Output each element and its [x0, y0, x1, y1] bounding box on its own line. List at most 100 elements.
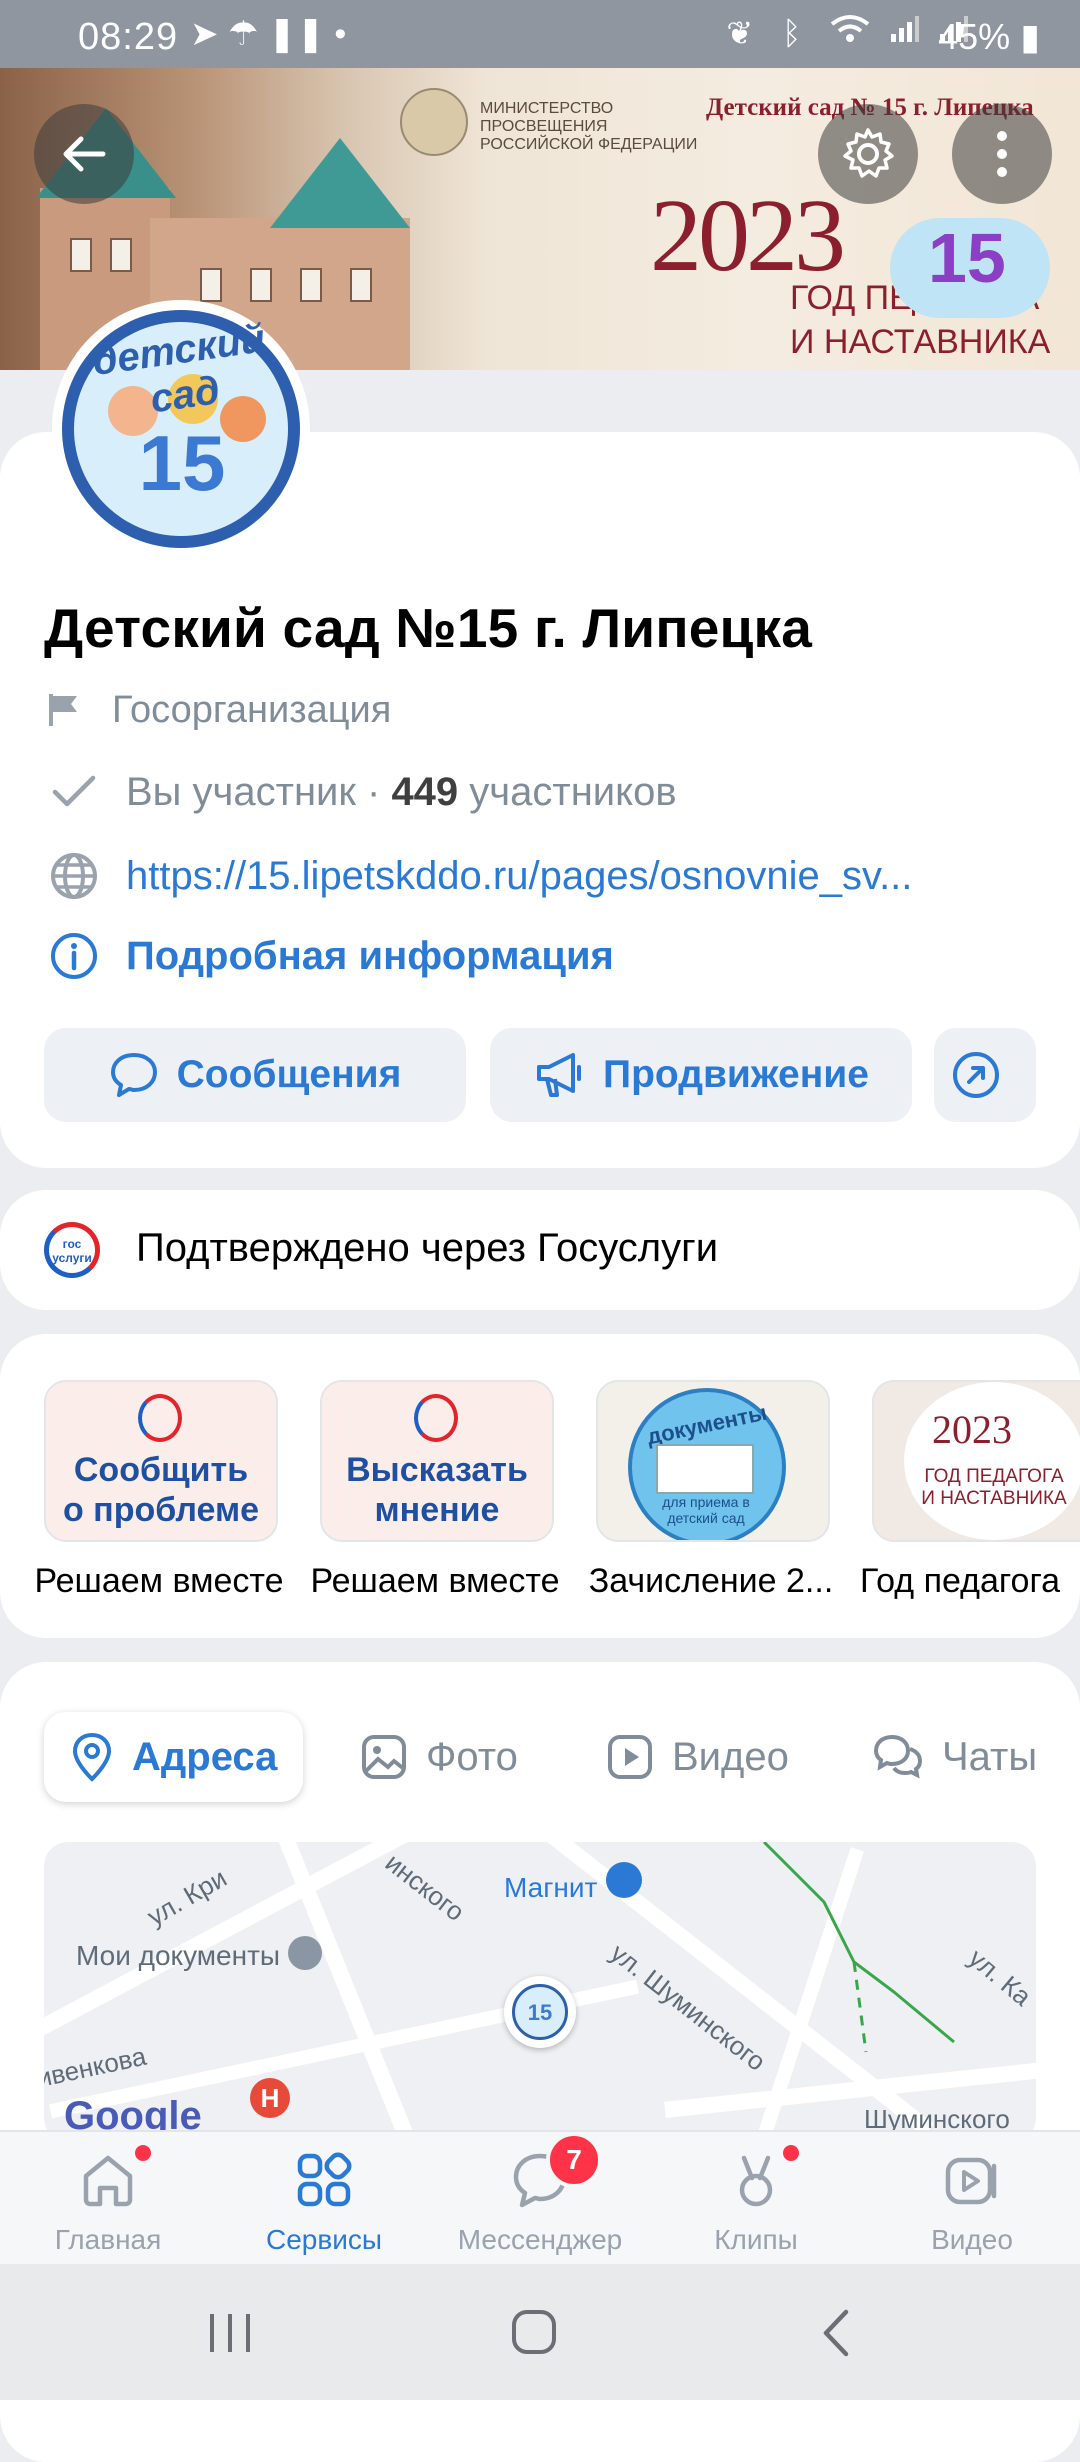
nav-messenger[interactable]: 7 Мессенджер — [440, 2132, 640, 2266]
share-arrow-icon — [953, 1052, 999, 1098]
battery-indicator: 45% ▮ — [938, 16, 1040, 58]
map-view[interactable]: ул. Кри инского Магнит Мои документы иве… — [44, 1842, 1036, 2142]
arrow-left-icon — [63, 136, 106, 172]
details-link[interactable]: Подробная информация — [126, 934, 614, 979]
verification-card[interactable]: гос услуги Подтверждено через Госуслуги — [0, 1190, 1080, 1310]
services-strip: Сообщить о проблеме Решаем вместе Высказ… — [0, 1334, 1080, 1638]
globe-icon — [44, 846, 104, 906]
tab-label: Видео — [672, 1734, 789, 1779]
notification-dot — [780, 2142, 802, 2164]
service-card-line2: о проблеме — [62, 1491, 260, 1529]
flag-icon — [44, 680, 84, 740]
map-green-path — [762, 1842, 955, 2053]
map-location-pin[interactable]: 15 — [504, 1976, 576, 2048]
thumbs-up-icon — [414, 1394, 458, 1442]
hospital-icon: H — [250, 2078, 290, 2118]
services-icon — [297, 2152, 352, 2207]
members-suffix: участников — [458, 769, 677, 814]
documents-badge-subtitle: для приема в детский сад — [662, 1494, 750, 1526]
service-card-report-problem[interactable]: Сообщить о проблеме — [44, 1380, 278, 1542]
chats-icon — [873, 1734, 923, 1779]
status-time: 08:29 — [78, 16, 179, 58]
clips-icon — [739, 2155, 773, 2207]
category-label: Госорганизация — [112, 688, 392, 731]
membership-row[interactable]: Вы участник · 449 участников — [44, 762, 677, 822]
service-card-line2: мнение — [374, 1491, 500, 1529]
window — [250, 268, 272, 302]
message-bubble-icon — [110, 1053, 157, 1097]
thumbs-up-icon — [138, 1394, 182, 1442]
service-card-give-opinion[interactable]: Высказать мнение — [320, 1380, 554, 1542]
members-count: 449 — [391, 769, 459, 814]
teacher-year-line1: ГОД ПЕДАГОГА — [924, 1466, 1064, 1487]
umbrella-icon: ☂ — [227, 15, 259, 53]
dot-icon: • — [334, 15, 347, 53]
membership-text: Вы участник · 449 участников — [126, 770, 677, 815]
group-avatar[interactable]: детский сад 15 — [52, 300, 310, 558]
check-icon — [44, 762, 104, 822]
cloud-number: 15 — [928, 219, 1006, 297]
service-card-text: Высказать мнение — [322, 1450, 552, 1530]
more-vertical-icon — [997, 131, 1007, 177]
tab-label: Фото — [426, 1734, 518, 1779]
settings-button[interactable] — [818, 104, 918, 204]
video-icon — [608, 1735, 652, 1779]
government-icon — [288, 1936, 322, 1970]
service-card-line1: Высказать — [346, 1451, 528, 1489]
map-pin-avatar: 15 — [512, 1984, 568, 2040]
info-icon — [44, 926, 104, 986]
tab-label: Чаты — [942, 1734, 1038, 1779]
recent-apps-icon[interactable] — [206, 2310, 256, 2356]
battery-icon: ▮ — [1020, 16, 1040, 57]
tab-chats[interactable]: Чаты — [872, 1712, 1037, 1802]
service-label: Год педагога — [860, 1562, 1061, 1600]
tab-addresses[interactable]: Адреса — [44, 1712, 304, 1802]
document-icon — [656, 1444, 754, 1494]
megaphone-icon — [537, 1053, 582, 1097]
service-card-teacher-year[interactable]: 2023 ГОД ПЕДАГОГА И НАСТАВНИКА — [872, 1380, 1080, 1542]
back-button[interactable] — [34, 104, 134, 204]
year-subtitle-line2: И НАСТАВНИКА — [790, 323, 1051, 361]
wifi-icon — [830, 15, 870, 42]
map-label-poi: Мои документы — [76, 1940, 281, 1971]
nav-label: Мессенджер — [457, 2224, 623, 2255]
notification-dot — [132, 2142, 154, 2164]
image-icon — [362, 1735, 406, 1779]
signal-icon — [891, 16, 920, 42]
messages-button[interactable]: Сообщения — [44, 1028, 466, 1122]
tab-videos[interactable]: Видео — [606, 1712, 789, 1802]
service-card-enrollment[interactable]: документы для приема в детский сад — [596, 1380, 830, 1542]
window — [350, 268, 372, 302]
service-label: Решаем вместе — [34, 1562, 284, 1600]
map-label-poi: Магнит — [504, 1872, 598, 1903]
nav-video[interactable]: Видео — [872, 2132, 1072, 2266]
location-pin-icon — [72, 1732, 112, 1782]
nav-home[interactable]: Главная — [8, 2132, 208, 2266]
bottom-navigation: Главная Сервисы 7 Мессенджер Клипы Видео — [0, 2130, 1080, 2266]
back-system-icon[interactable] — [818, 2308, 854, 2358]
bluetooth-icon: ᛒ — [782, 15, 812, 51]
promotion-button[interactable]: Продвижение — [490, 1028, 912, 1122]
gear-icon — [843, 128, 894, 178]
teacher-year-line2: И НАСТАВНИКА — [921, 1488, 1067, 1509]
service-label: Решаем вместе — [310, 1562, 560, 1600]
shop-icon — [606, 1862, 642, 1898]
nav-services[interactable]: Сервисы — [224, 2132, 424, 2266]
avatar-number: 15 — [138, 419, 226, 507]
service-label: Зачисление 2... — [588, 1562, 834, 1600]
nav-clips[interactable]: Клипы — [656, 2132, 856, 2266]
window — [300, 268, 322, 302]
tab-photos[interactable]: Фото — [360, 1712, 518, 1802]
window — [70, 238, 92, 272]
building-roof — [270, 138, 410, 228]
membership-prefix: Вы участник · — [126, 769, 392, 814]
more-options-button[interactable] — [952, 104, 1052, 204]
website-row[interactable]: https://15.lipetskddo.ru/pages/osnovnie_… — [44, 846, 912, 906]
details-row[interactable]: Подробная информация — [44, 926, 614, 986]
battery-percent: 45% — [938, 16, 1011, 57]
share-button[interactable] — [934, 1028, 1036, 1122]
home-system-icon[interactable] — [510, 2308, 558, 2356]
website-link[interactable]: https://15.lipetskddo.ru/pages/osnovnie_… — [126, 854, 912, 899]
status-bar: 08:29 ➤ ☂ ❚❚ • ❦ ᛒ 45% ▮ — [0, 0, 1080, 68]
messages-label: Сообщения — [176, 1053, 402, 1096]
